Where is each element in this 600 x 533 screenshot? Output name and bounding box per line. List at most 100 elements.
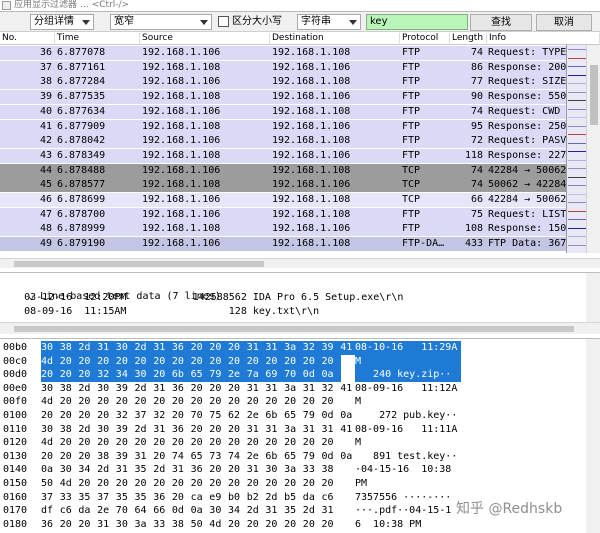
hex-byte[interactable]: 20	[97, 409, 117, 423]
hex-byte[interactable]: b5	[284, 491, 304, 505]
hex-byte[interactable]: 32	[97, 368, 117, 383]
ascii-dump[interactable]: ···.pdf··04-15-1	[355, 504, 461, 518]
display-filter-bar[interactable]: 应用显示过滤器 … <Ctrl-/>	[0, 0, 600, 12]
hex-byte[interactable]: 37	[41, 491, 61, 505]
hex-byte[interactable]: 31	[135, 450, 155, 464]
scroll-thumb[interactable]	[590, 65, 598, 125]
hex-byte[interactable]: 75	[209, 409, 229, 423]
hex-byte[interactable]: 69	[265, 368, 285, 383]
byte-row[interactable]: 0130 20 20 20 38 39 31 20 74 65 73 74 2e 6b 65 79 0d 0a 8…	[0, 450, 586, 465]
hex-byte[interactable]: 3a	[135, 518, 155, 532]
hex-byte[interactable]: 20	[97, 477, 117, 491]
hex-byte[interactable]: 50	[191, 518, 211, 532]
hex-byte[interactable]: 2e	[97, 504, 117, 518]
hex-byte[interactable]: 20	[209, 436, 229, 450]
hex-byte[interactable]: 20	[228, 518, 248, 532]
hex-byte[interactable]: 20	[303, 518, 323, 532]
col-header-time[interactable]: Time	[55, 33, 140, 45]
hex-byte[interactable]: 2d	[247, 504, 267, 518]
hex-byte[interactable]: 3a	[284, 423, 304, 437]
hex-byte[interactable]: 20	[209, 463, 229, 477]
packet-row[interactable]: 43 6.878349 192.168.1.108 192.168.1.106 FTP 1…	[0, 148, 566, 163]
byte-row[interactable]: 0100 20 20 20 20 32 37 32 20 70 75 62 2e 6b 65 79 0d 0a 2…	[0, 409, 586, 424]
hex-byte[interactable]: 70	[191, 409, 211, 423]
hex-byte[interactable]: da	[78, 504, 98, 518]
packet-row[interactable]: 39 6.877535 192.168.1.108 192.168.1.106 FTP 9…	[0, 90, 566, 105]
ascii-dump[interactable]: 272 pub.key··	[355, 409, 461, 423]
hex-byte[interactable]: ca	[191, 491, 211, 505]
hex-byte[interactable]: 65	[190, 368, 210, 383]
hex-byte[interactable]: b0	[228, 491, 248, 505]
hex-byte[interactable]: 36	[171, 341, 191, 355]
packet-row[interactable]: 37 6.877161 192.168.1.108 192.168.1.106 FTP 8…	[0, 60, 566, 75]
packet-row[interactable]: 41 6.877909 192.168.1.108 192.168.1.106 FTP 9…	[0, 119, 566, 134]
hex-byte[interactable]: 20	[322, 518, 342, 532]
hex-byte[interactable]: 20	[78, 450, 98, 464]
hex-byte[interactable]: 20	[302, 354, 322, 369]
hex-byte[interactable]: 31	[303, 382, 323, 396]
hex-byte[interactable]: 32	[116, 409, 136, 423]
hex-byte[interactable]: 4d	[41, 395, 61, 409]
hex-byte[interactable]: 20	[171, 354, 191, 369]
hex-byte[interactable]: 39	[116, 423, 136, 437]
hex-byte[interactable]: 20	[41, 409, 61, 423]
hex-byte[interactable]: 20	[41, 450, 61, 464]
ascii-dump[interactable]: 7357556 ····-···	[355, 491, 461, 505]
hex-byte[interactable]: 20	[247, 395, 267, 409]
bytes-scrollbar[interactable]	[586, 339, 600, 533]
col-header-info[interactable]: Info	[487, 33, 600, 45]
hex-byte[interactable]: 20	[60, 450, 80, 464]
hex-byte[interactable]: 30	[41, 341, 60, 355]
hex-byte[interactable]: 32	[322, 382, 342, 396]
hex-byte[interactable]: 20	[191, 395, 211, 409]
hex-byte[interactable]: 2d	[78, 382, 98, 396]
hex-byte[interactable]: 20	[115, 354, 135, 369]
byte-row[interactable]: 00e0 30 38 2d 30 39 2d 31 36 20 20 20 31 31 3a 31 32 41 08…	[0, 382, 586, 397]
hex-byte[interactable]: 20	[172, 436, 192, 450]
hex-byte[interactable]: 31	[265, 423, 285, 437]
hex-byte[interactable]: 20	[153, 354, 173, 369]
hex-byte[interactable]: 4d	[209, 518, 229, 532]
hex-byte[interactable]: 3a	[284, 382, 304, 396]
hex-byte[interactable]: 32	[302, 341, 322, 355]
packet-list[interactable]: No. Time Source Destination Protocol Len…	[0, 33, 600, 260]
hex-byte[interactable]: da	[303, 491, 323, 505]
packet-row[interactable]: 38 6.877284 192.168.1.106 192.168.1.108 FTP 7…	[0, 75, 566, 90]
packet-row[interactable]: 48 6.878999 192.168.1.108 192.168.1.106 FTP 1…	[0, 222, 566, 237]
hex-byte[interactable]: 20	[60, 436, 80, 450]
col-header-no[interactable]: No.	[0, 33, 55, 45]
hex-byte[interactable]: 36	[191, 463, 211, 477]
hex-byte[interactable]: 20	[321, 354, 341, 369]
hex-byte[interactable]: 20	[322, 477, 342, 491]
hex-byte[interactable]: 37	[135, 409, 155, 423]
hex-byte[interactable]: 37	[97, 491, 117, 505]
cancel-button[interactable]: 取消	[536, 14, 592, 31]
hex-byte[interactable]: 20	[153, 395, 173, 409]
hex-byte[interactable]: 34	[228, 504, 248, 518]
hex-byte[interactable]: 70	[284, 368, 304, 383]
hex-byte[interactable]: 20	[59, 354, 79, 369]
ascii-dump[interactable]: 240 key.zip··	[355, 368, 461, 383]
hex-byte[interactable]: 20	[247, 518, 267, 532]
packet-row[interactable]: 42 6.878042 192.168.1.106 192.168.1.108 FTP 7…	[0, 134, 566, 149]
hex-byte[interactable]: 31	[265, 341, 285, 355]
hex-byte[interactable]: 0d	[322, 409, 342, 423]
hex-byte[interactable]: 31	[265, 504, 285, 518]
hex-byte[interactable]: 3a	[284, 463, 304, 477]
ascii-dump[interactable]: ·04-15-16 10:38	[355, 463, 461, 477]
hex-byte[interactable]: 20	[284, 518, 304, 532]
hex-byte[interactable]: 20	[153, 450, 173, 464]
hex-byte[interactable]: 79	[303, 409, 323, 423]
hex-byte[interactable]: 20	[172, 409, 192, 423]
hex-byte[interactable]: 74	[172, 450, 192, 464]
packet-row[interactable]: 40 6.877634 192.168.1.106 192.168.1.108 FTP 7…	[0, 104, 566, 119]
details-line[interactable]: 08-09-16 11:15AM 128 key.txt\r\n	[0, 305, 586, 319]
hex-byte[interactable]: b2	[247, 491, 267, 505]
hex-byte[interactable]: 38	[60, 423, 80, 437]
hex-byte[interactable]: 20	[228, 382, 248, 396]
hex-byte[interactable]: 6b	[265, 450, 285, 464]
packet-row[interactable]: 46 6.878699 192.168.1.106 192.168.1.108 TCP 6…	[0, 193, 566, 207]
hex-byte[interactable]: 20	[228, 477, 248, 491]
hex-byte[interactable]: 20	[78, 368, 98, 383]
hex-byte[interactable]: 20	[284, 395, 304, 409]
